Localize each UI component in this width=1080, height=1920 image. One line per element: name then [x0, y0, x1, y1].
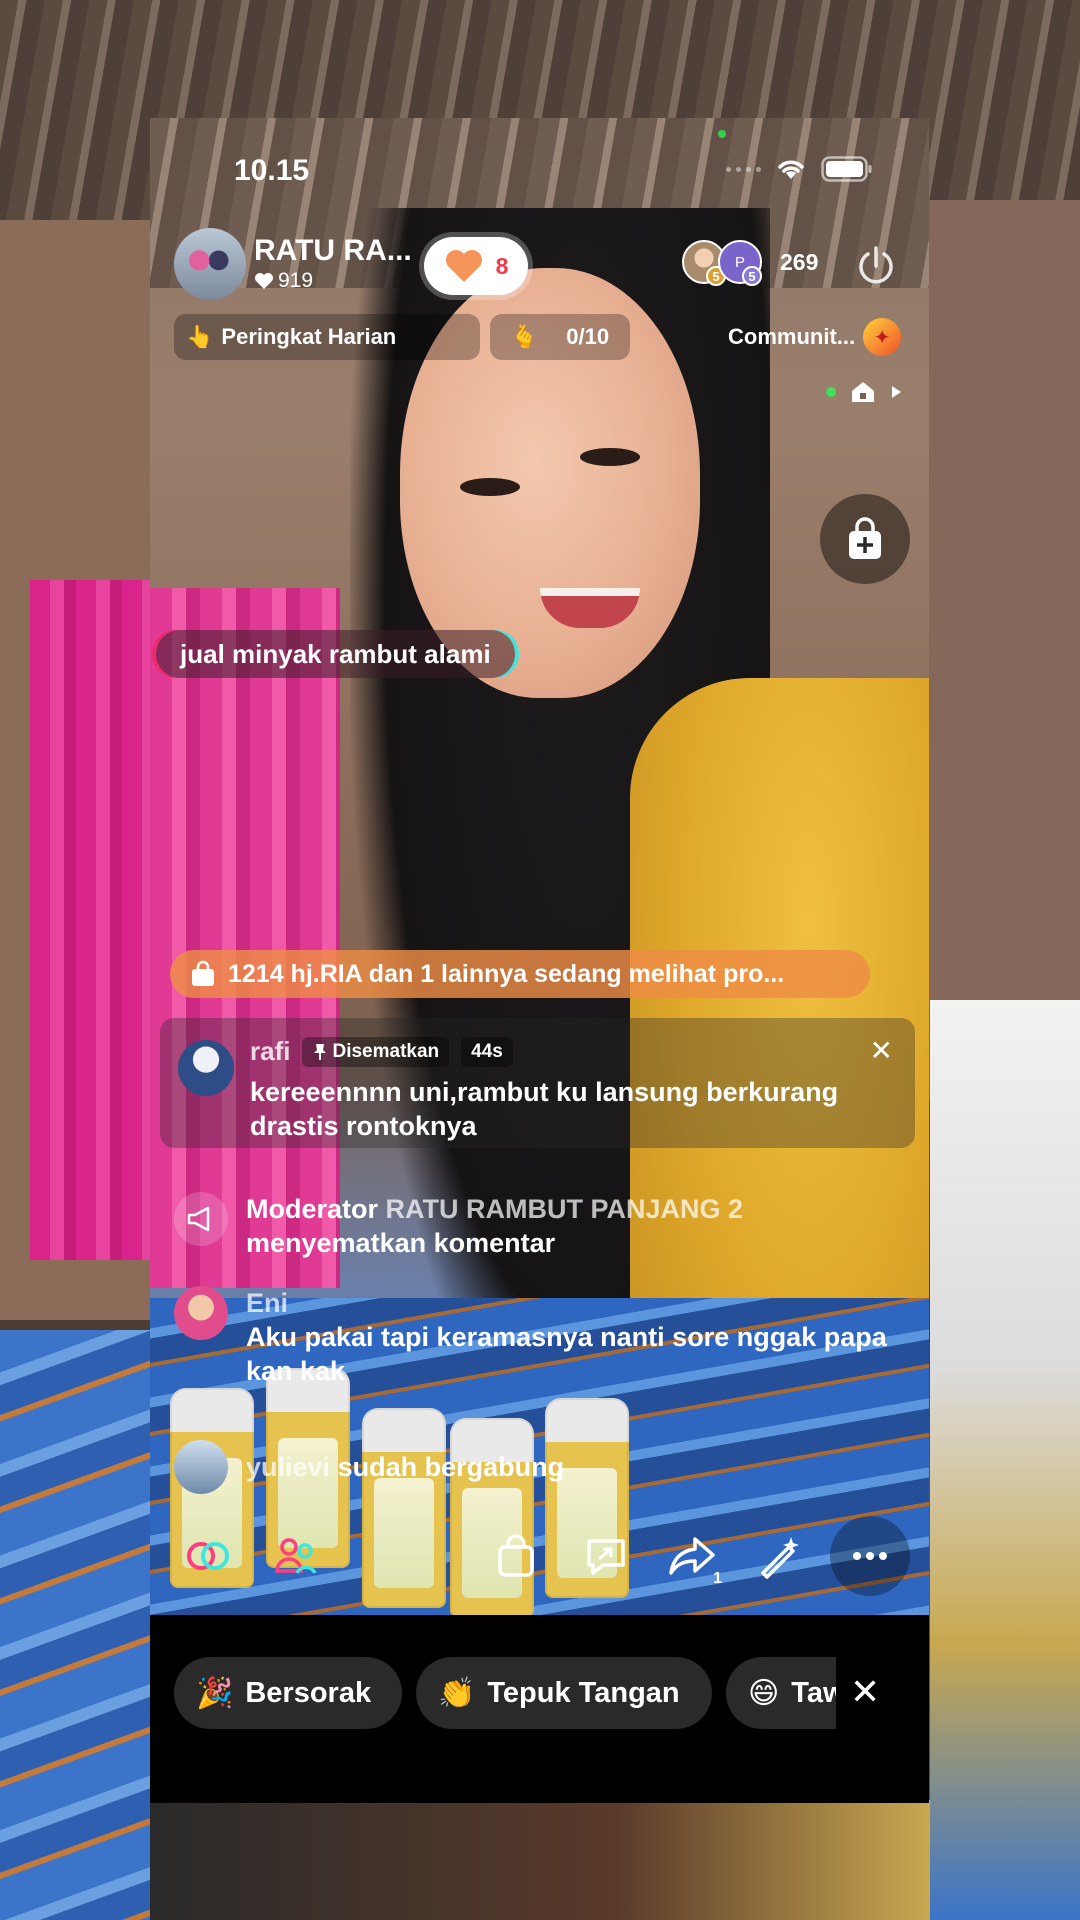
chat-text: Aku pakai tapi keramasnya nanti sore ngg…: [246, 1322, 887, 1386]
pinned-comment[interactable]: rafi Disematkan 44s kereeennnn uni,rambu…: [160, 1018, 915, 1148]
goal-progress: 0/10: [566, 324, 610, 349]
share-count: 1: [713, 1570, 722, 1587]
status-icons: [726, 156, 873, 182]
video-eye: [460, 478, 520, 496]
chat-body: yulievi sudah bergabung: [246, 1440, 564, 1494]
battery-icon: [821, 156, 872, 182]
pin-icon: [314, 1043, 327, 1060]
live-topic[interactable]: jual minyak rambut alami: [156, 630, 515, 678]
viewing-product-banner[interactable]: 1214 hj.RIA dan 1 lainnya sedang melihat…: [170, 950, 870, 998]
smile-icon: 😄: [748, 1676, 780, 1710]
viewer-avatar[interactable]: P5: [718, 240, 762, 286]
community-label: Communit...: [728, 324, 856, 349]
shopping-bag-icon[interactable]: [478, 1518, 554, 1594]
close-icon[interactable]: ✕: [870, 1034, 893, 1067]
host-text: RATU RA... 919: [254, 235, 412, 293]
pinned-age: 44s: [461, 1036, 513, 1067]
chat-user[interactable]: RATU RAMBUT PANJANG 2: [386, 1194, 744, 1224]
community-badge-icon: ✦: [863, 318, 902, 356]
recording-indicator: [718, 130, 726, 138]
live-stream-screen: 10.15 RATU RA... 919 8 5 P5 269 👆 Pering…: [150, 118, 929, 1803]
chat-user[interactable]: yulievi: [246, 1452, 330, 1482]
wifi-icon: [778, 160, 804, 179]
pinned-text: kereeennnn uni,rambut ku lansung berkura…: [250, 1077, 839, 1141]
close-icon[interactable]: ✕: [850, 1671, 880, 1713]
chat-text: menyematkan komentar: [246, 1228, 556, 1258]
chat-prefix: Moderator: [246, 1194, 379, 1224]
shopping-bag-icon: [849, 517, 881, 559]
pinned-tag: Disematkan: [302, 1036, 450, 1067]
viewing-product-text: 1214 hj.RIA dan 1 lainnya sedang melihat…: [228, 959, 785, 988]
chat-body: Eni Aku pakai tapi keramasnya nanti sore…: [246, 1286, 914, 1388]
finger-heart-icon: 🫰: [510, 324, 539, 349]
reaction-laugh-button[interactable]: 😄 Tawa: [726, 1657, 836, 1729]
shopping-bag-icon: [192, 960, 214, 986]
chat-text: sudah bergabung: [337, 1452, 565, 1482]
chat-message: Eni Aku pakai tapi keramasnya nanti sore…: [174, 1286, 914, 1388]
video-eye: [580, 448, 640, 466]
chat-message-join: yulievi sudah bergabung: [174, 1440, 914, 1494]
host-avatar[interactable]: [174, 228, 246, 300]
host-likes: 919: [254, 269, 412, 293]
chat-message-system: Moderator RATU RAMBUT PANJANG 2 menyemat…: [174, 1192, 914, 1260]
reaction-label: Tepuk Tangan: [487, 1676, 680, 1709]
chat-body: Moderator RATU RAMBUT PANJANG 2 menyemat…: [246, 1192, 743, 1260]
like-count: 8: [495, 252, 509, 279]
commenter-avatar[interactable]: [178, 1040, 234, 1096]
daily-ranking-label: Peringkat Harian: [221, 324, 397, 349]
viewer-rank-badge: 5: [742, 266, 762, 286]
reaction-clap-button[interactable]: 👏 Tepuk Tangan: [416, 1657, 712, 1729]
clap-icon: 👏: [438, 1676, 476, 1710]
megaphone-icon: [174, 1192, 228, 1246]
goal-chip[interactable]: 🫰 0/10: [490, 314, 630, 360]
share-icon[interactable]: 1: [654, 1518, 730, 1594]
community-chip[interactable]: Communit... ✦: [702, 314, 910, 360]
action-bar: 1: [150, 1516, 929, 1618]
chat-avatar[interactable]: [174, 1286, 228, 1340]
chat-avatar[interactable]: [174, 1440, 228, 1494]
reaction-cheer-button[interactable]: 🎉 Bersorak: [174, 1657, 402, 1729]
link-icon[interactable]: [170, 1518, 246, 1594]
status-time: 10.15: [234, 154, 310, 187]
reaction-label: Bersorak: [245, 1676, 372, 1709]
heart-icon: [255, 273, 273, 289]
party-popper-icon: 🎉: [196, 1676, 234, 1710]
pinned-tag-label: Disematkan: [332, 1040, 440, 1062]
more-icon[interactable]: [830, 1516, 910, 1596]
video-curtain: [150, 588, 340, 1288]
power-icon[interactable]: [854, 244, 898, 288]
chevron-right-icon[interactable]: [890, 385, 902, 399]
comment-share-icon[interactable]: [568, 1518, 644, 1594]
thumbs-up-icon: 👆: [186, 324, 214, 349]
reaction-bar: 🎉 Bersorak 👏 Tepuk Tangan 😄 Tawa ✕: [150, 1615, 929, 1803]
pinned-header: rafi Disematkan 44s: [250, 1036, 895, 1067]
bottom-scene: [150, 1800, 930, 1920]
online-dot: [826, 387, 836, 397]
host-likes-count: 919: [278, 269, 314, 292]
host-info[interactable]: RATU RA... 919: [174, 228, 412, 300]
commenter-name[interactable]: rafi: [250, 1036, 290, 1067]
right-scene: [930, 1000, 1080, 1920]
guests-icon[interactable]: [258, 1518, 334, 1594]
wall-right: [920, 200, 1080, 1100]
viewer-count[interactable]: 269: [780, 249, 818, 276]
chat-user[interactable]: Eni: [246, 1288, 288, 1318]
shop-button[interactable]: [820, 494, 910, 584]
magic-wand-icon[interactable]: [742, 1518, 818, 1594]
viewer-avatar-letter: P: [734, 253, 745, 271]
heart-icon: [445, 250, 482, 282]
signal-icon: [726, 166, 761, 172]
home-icon[interactable]: [850, 380, 876, 404]
host-name: RATU RA...: [254, 234, 412, 267]
viewer-list[interactable]: 5 P5 269: [682, 240, 818, 286]
like-button[interactable]: 8: [424, 237, 528, 295]
daily-ranking-chip[interactable]: 👆 Peringkat Harian: [174, 314, 480, 360]
mini-controls: [826, 380, 902, 404]
pink-curtain: [30, 580, 150, 1260]
reaction-label: Tawa: [791, 1676, 836, 1709]
